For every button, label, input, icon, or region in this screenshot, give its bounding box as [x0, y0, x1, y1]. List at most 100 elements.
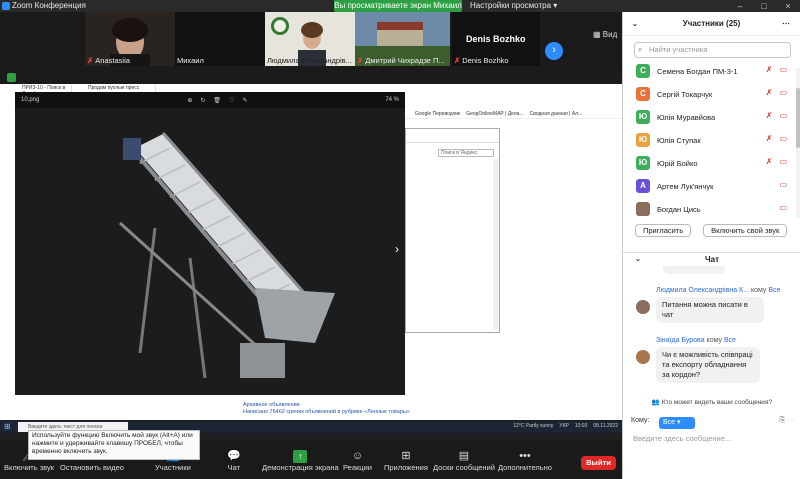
video-tile[interactable]: ✗ Anastasiia	[85, 12, 175, 66]
window-controls: – □ ×	[728, 0, 800, 12]
mic-muted-icon: ✗	[765, 88, 773, 97]
window-title: Zoom Конференция	[12, 1, 86, 10]
participant-row[interactable]: С Семена Богдан ПМ-3-1 ✗ ▭	[623, 60, 800, 83]
participants-header: ⌄ Участники (25) ⋯	[623, 12, 800, 36]
reactions-button[interactable]: ☺ Реакции	[343, 450, 372, 472]
recipient-select[interactable]: Все ▾	[659, 417, 695, 429]
edit-icon: ✎	[242, 97, 248, 104]
unmute-tooltip: Используйте функцию Включить мой звук (A…	[28, 430, 200, 460]
participants-scrollbar[interactable]	[796, 68, 800, 218]
close-icon[interactable]: ×	[785, 1, 790, 11]
view-button[interactable]: ▦ Вид	[593, 30, 617, 39]
board-icon: ▤	[458, 450, 470, 462]
tile-name: Людмила Олександрів...	[267, 56, 352, 65]
inner-scrollbar	[493, 159, 499, 329]
video-off-icon: ▭	[779, 203, 787, 212]
avatar	[636, 300, 650, 314]
participant-row[interactable]: А Артем Лук'янчук ▭	[623, 175, 800, 198]
invite-button[interactable]: Пригласить	[635, 224, 692, 237]
more-icon[interactable]: ⋯	[782, 19, 790, 28]
windows-start-icon: ⊞	[4, 422, 11, 431]
more-button[interactable]: ••• Дополнительно	[498, 450, 552, 472]
video-off-icon: ▭	[779, 157, 787, 166]
view-options-menu[interactable]: Настройки просмотра ▾	[470, 0, 557, 12]
search-icon: ⌕	[638, 45, 643, 54]
avatar: С	[636, 64, 650, 78]
participant-row[interactable]: Богдан Цись ▭	[623, 198, 800, 221]
rotate-icon: ↻	[200, 97, 206, 104]
avatar: С	[636, 87, 650, 101]
chat-bubble-previous	[663, 266, 725, 274]
unmute-me-button[interactable]: Включить свой звук	[703, 224, 788, 237]
grid-icon: ▦	[593, 30, 603, 39]
avatar: Ю	[636, 156, 650, 170]
photo-toolbar: 10.png ⊕ ↻ 🗑 ♡ ✎ 74 %	[15, 92, 405, 108]
chat-message-input[interactable]: Введите здесь сообщение...	[633, 434, 793, 443]
zoom-logo-icon	[2, 2, 10, 10]
tile-name: ✗ Дмитрий Чихрадзе П...	[357, 56, 445, 65]
video-tile[interactable]: ✗ Дмитрий Чихрадзе П...	[355, 12, 450, 66]
conveyor-image	[118, 132, 335, 379]
chat-message: Чи є можливість співпраці та експорту об…	[656, 347, 760, 383]
zoom-in-icon: ⊕	[187, 97, 193, 104]
denis-label: Denis Bozhko	[466, 34, 526, 44]
mic-muted-icon: ✗	[357, 56, 364, 65]
video-off-icon: ▭	[779, 65, 787, 74]
side-panel: ⌄ Участники (25) ⋯ ⌕ Найти участника С Се…	[622, 12, 800, 479]
maximize-icon[interactable]: □	[761, 1, 766, 11]
chat-messages: Людмила Олександрівна К... кому Все Пита…	[623, 266, 800, 416]
video-tile[interactable]: Михаил	[175, 12, 265, 66]
avatar: А	[636, 179, 650, 193]
chat-button[interactable]: 💬 Чат	[227, 450, 241, 472]
photo-filename: 10.png	[21, 97, 40, 103]
video-off-icon: ▭	[779, 88, 787, 97]
mic-muted-icon: ✗	[765, 134, 773, 143]
zoom-level: 74 %	[385, 97, 399, 103]
smiley-icon: ☺	[351, 450, 364, 462]
next-image-icon[interactable]: ›	[395, 242, 399, 256]
mic-muted-icon: ✗	[87, 56, 94, 65]
delete-icon: 🗑	[213, 97, 222, 104]
inner-search-field: Поиск в Яндекс	[438, 149, 494, 157]
chat-message: Питання можна писати в чат	[656, 297, 764, 323]
who-can-see-link[interactable]: 👥 Кто может видеть ваши сообщения?	[623, 398, 800, 406]
participant-row[interactable]: Ю Юлія Ступак ✗ ▭	[623, 129, 800, 152]
apps-icon: ⊞	[401, 450, 411, 462]
avatar	[636, 202, 650, 216]
participant-row[interactable]: Ю Юлія Муравйова ✗ ▭	[623, 106, 800, 129]
tile-name: Михаил	[177, 56, 204, 65]
avatar	[636, 350, 650, 364]
chevron-down-icon[interactable]: ⌄	[632, 20, 638, 28]
bookmarks-bar: Google Переводчик GeogOnlineMAP | Дела...…	[405, 109, 622, 119]
minimize-icon[interactable]: –	[737, 1, 742, 11]
participant-row[interactable]: С Сергій Токарчук ✗ ▭	[623, 83, 800, 106]
photo-viewer: 10.png ⊕ ↻ 🗑 ♡ ✎ 74 % ›	[15, 92, 405, 395]
video-tile[interactable]: Людмила Олександрів...	[265, 12, 355, 66]
leave-button[interactable]: Выйти	[581, 456, 616, 470]
video-off-icon: ▭	[779, 134, 787, 143]
tile-name: ✗ Anastasiia	[87, 56, 130, 65]
page-ads: Архивное объявление Написано 76462 срени…	[243, 402, 410, 415]
people-icon: 👥	[651, 399, 662, 406]
viewing-banner: Вы просматриваете экран Михаил	[334, 0, 462, 12]
participant-search-input[interactable]: ⌕ Найти участника	[634, 42, 791, 58]
mic-muted-icon: ✗	[765, 111, 773, 120]
mic-muted-icon: ✗	[454, 56, 461, 65]
mic-muted-icon: ✗	[765, 157, 773, 166]
apps-button[interactable]: ⊞ Приложения	[384, 450, 428, 472]
file-icon[interactable]: ⎘ ⋯	[779, 417, 794, 425]
share-screen-icon: ↑	[293, 450, 308, 463]
participant-row[interactable]: Ю Юрій Бойко ✗ ▭	[623, 152, 800, 175]
more-icon: •••	[519, 450, 531, 462]
message-boards-button[interactable]: ▤ Доски сообщений	[433, 450, 495, 472]
next-page-button[interactable]: ›	[545, 42, 563, 60]
message-sender: Зінаїда Бурова кому Все	[656, 337, 736, 344]
share-screen-button[interactable]: ↑ Демонстрация экрана	[262, 450, 339, 472]
participants-title: Участники (25)	[682, 19, 741, 28]
participant-actions: Пригласить Включить свой звук	[635, 224, 795, 237]
chevron-down-icon[interactable]: ⌄	[635, 253, 641, 267]
video-off-icon: ▭	[779, 180, 787, 189]
video-tile[interactable]: Denis Bozhko ✗ Denis Bozhko	[452, 12, 540, 66]
video-off-icon: ▭	[779, 111, 787, 120]
mic-muted-icon: ✗	[765, 65, 773, 74]
